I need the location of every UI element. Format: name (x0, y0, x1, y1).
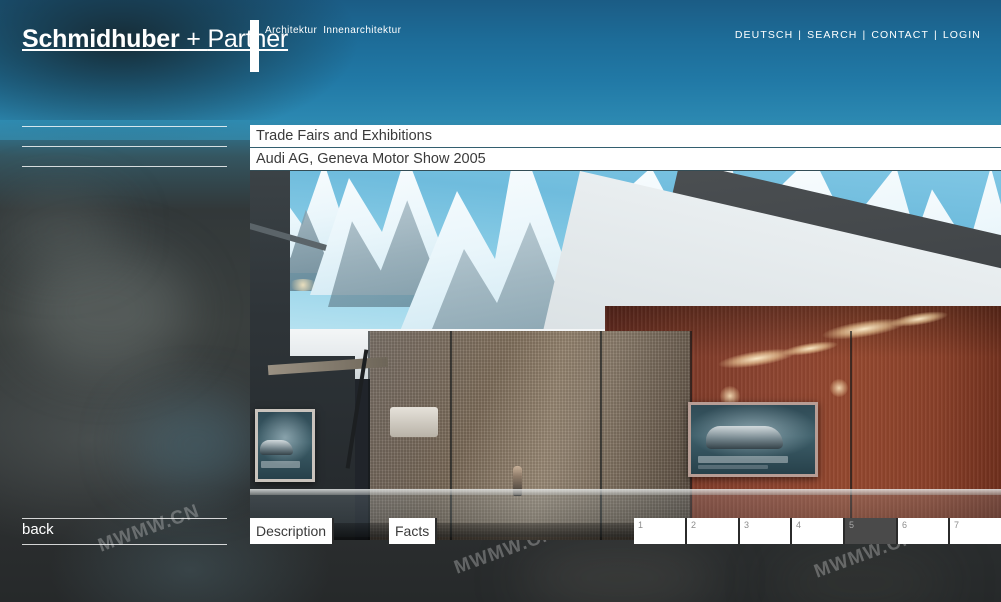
interior-furniture (390, 407, 438, 437)
nav-separator: | (798, 29, 803, 41)
pagination-page-2[interactable]: 2 (687, 518, 740, 544)
nav-separator: | (933, 29, 938, 41)
back-link[interactable]: back (22, 521, 54, 539)
display-screen-left (255, 409, 315, 482)
logo-vertical-bar (250, 20, 259, 72)
nav-item-search[interactable]: SEARCH (807, 29, 857, 41)
sidebar-divider (22, 518, 227, 519)
pagination-page-4[interactable]: 4 (792, 518, 845, 544)
display-screen-right (688, 402, 818, 477)
top-navigation: DEUTSCH | SEARCH | CONTACT | LOGIN (735, 29, 981, 41)
image-pagination: 1 2 3 4 5 6 7 (634, 518, 1001, 544)
screen-caption-bar (261, 461, 301, 469)
audi-car-image (705, 425, 783, 450)
site-tagline: Architektur Innenarchitektur (265, 25, 407, 36)
screen-content (691, 405, 815, 474)
pagination-page-6[interactable]: 6 (898, 518, 950, 544)
screen-content (258, 412, 312, 479)
pagination-page-7[interactable]: 7 (950, 518, 1001, 544)
pagination-page-3[interactable]: 3 (740, 518, 792, 544)
wall-downlight (830, 379, 848, 397)
nav-item-contact[interactable]: CONTACT (871, 29, 929, 41)
project-title-bar[interactable]: Audi AG, Geneva Motor Show 2005 (250, 148, 1001, 170)
pagination-page-1[interactable]: 1 (634, 518, 687, 544)
sidebar-divider (22, 166, 227, 167)
category-title-bar[interactable]: Trade Fairs and Exhibitions (250, 125, 1001, 147)
audi-car-image (260, 440, 293, 455)
railing-handrail (250, 489, 1001, 495)
screen-subcaption-bar (698, 465, 768, 470)
tagline-architektur: Architektur (265, 25, 318, 36)
tab-description[interactable]: Description (250, 518, 335, 544)
pagination-page-5[interactable]: 5 (845, 518, 898, 544)
nav-item-deutsch[interactable]: DEUTSCH (735, 29, 793, 41)
bottom-controls: Description Facts 1 2 3 4 5 6 7 (250, 518, 1001, 544)
sidebar-divider (22, 544, 227, 545)
left-sidebar: back (0, 0, 245, 602)
tab-facts[interactable]: Facts (389, 518, 438, 544)
screen-caption-bar (698, 455, 788, 463)
sidebar-divider (22, 146, 227, 147)
project-hero-image[interactable] (250, 171, 1001, 540)
sidebar-divider (22, 126, 227, 127)
tagline-innenarchitektur: Innenarchitektur (323, 25, 402, 36)
nav-separator: | (862, 29, 867, 41)
wall-downlight (288, 279, 318, 291)
nav-item-login[interactable]: LOGIN (943, 29, 981, 41)
